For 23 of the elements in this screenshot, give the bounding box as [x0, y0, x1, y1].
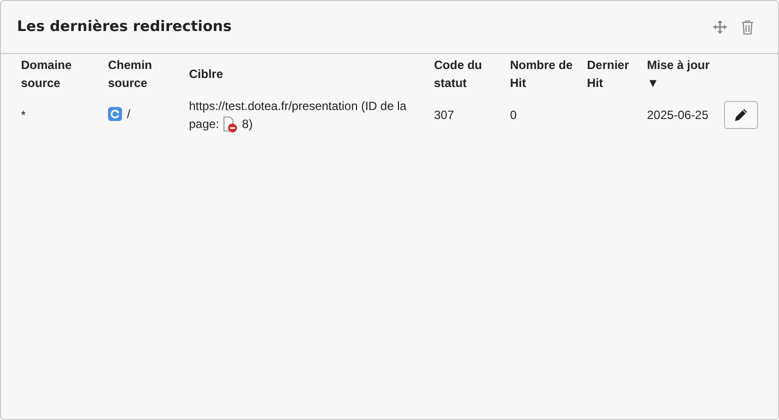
- panel-title: Les dernières redirections: [17, 19, 232, 35]
- column-header: Chemin source: [108, 58, 152, 90]
- table-cell: *: [21, 108, 26, 122]
- refresh-icon: [108, 106, 122, 120]
- column-header: Nombre de Hit: [510, 58, 573, 90]
- table-cell-text: /: [127, 106, 130, 122]
- table-cell: 307: [434, 108, 454, 122]
- column-header: Mise à jour: [647, 58, 710, 72]
- move-icon[interactable]: [713, 20, 727, 34]
- target-text: 8): [242, 116, 253, 133]
- column-header: Ciblre: [189, 67, 224, 81]
- table-cell: 0: [510, 108, 517, 122]
- column-header: Dernier Hit: [587, 58, 630, 90]
- target-text: https://test.dotea.fr/presentation (ID de la: [189, 99, 406, 113]
- table-cell: 2025-06-25: [647, 108, 708, 122]
- trash-icon[interactable]: [741, 20, 754, 34]
- page-blocked-icon: [223, 116, 238, 132]
- column-header: Code du statut: [434, 58, 482, 90]
- column-header: Domaine source: [21, 58, 72, 90]
- pencil-icon: [734, 108, 748, 122]
- edit-button[interactable]: [724, 101, 758, 129]
- sort-indicator[interactable]: ▼: [647, 76, 659, 90]
- target-text: page:: [189, 116, 220, 133]
